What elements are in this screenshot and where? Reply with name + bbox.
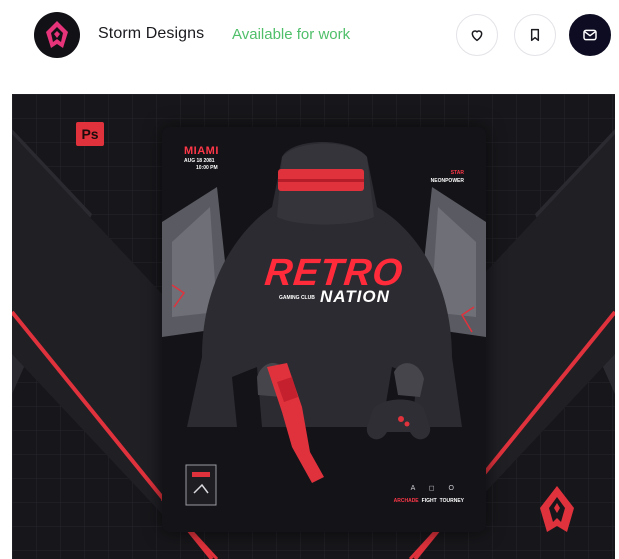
poster-bottom-1: ARCHADE xyxy=(393,498,419,504)
poster-top-right-1: STAR xyxy=(450,170,464,176)
poster-bottom-2: FIGHT xyxy=(421,498,437,504)
availability-status[interactable]: Available for work xyxy=(232,26,350,43)
hooded-figure-illustration xyxy=(162,127,486,532)
heart-icon xyxy=(471,30,483,42)
shot-image[interactable]: Ps MIAMI AUG 18 2081 10:00 PM STAR NEONP… xyxy=(12,94,615,559)
shot-header: Storm Designs Available for work xyxy=(0,0,619,80)
shot-page: Storm Designs Available for work Ps MIAM… xyxy=(0,0,619,559)
message-button[interactable] xyxy=(569,14,611,56)
poster-bottom-3: TOURNEY xyxy=(439,498,464,504)
storm-logo-icon xyxy=(46,21,68,48)
like-button[interactable] xyxy=(456,14,498,56)
poster-bottom-text: ARCHADE FIGHT TOURNEY xyxy=(391,498,464,504)
poster-city: MIAMI xyxy=(184,145,219,157)
mail-icon xyxy=(583,29,597,41)
poster-top-right-2: NEONPOWER xyxy=(430,178,464,184)
poster-artwork: MIAMI AUG 18 2081 10:00 PM STAR NEONPOWE… xyxy=(162,127,486,532)
poster-title-nation: NATION xyxy=(320,287,390,306)
poster-time: 10:00 PM xyxy=(196,165,218,171)
save-button[interactable] xyxy=(514,14,556,56)
poster-date: AUG 18 2081 xyxy=(184,158,215,164)
photoshop-badge: Ps xyxy=(76,122,104,146)
poster-controller-symbols: A ◻ O xyxy=(410,485,460,492)
poster-club: GAMING CLUB xyxy=(279,295,315,301)
designer-name[interactable]: Storm Designs xyxy=(98,25,204,43)
avatar[interactable] xyxy=(34,12,80,58)
bookmark-icon xyxy=(530,28,540,42)
